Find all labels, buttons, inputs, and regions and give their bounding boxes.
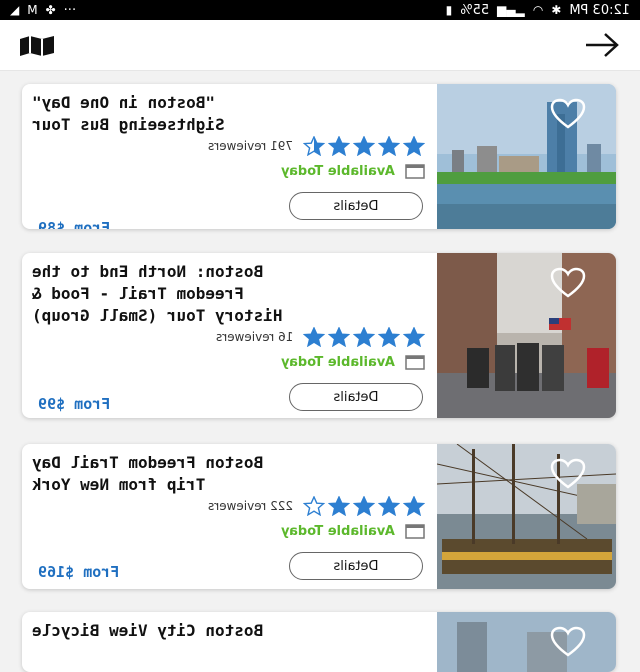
calendar-icon (405, 524, 425, 539)
tour-title: Boston City View Bicycle (32, 621, 264, 640)
tall-ship-photo (437, 444, 616, 589)
map-icon[interactable] (18, 36, 56, 56)
status-time: 12:03 PM (569, 2, 630, 18)
availability-text: Available Today (281, 163, 395, 179)
star-icon (403, 496, 425, 516)
star-icon (403, 136, 425, 156)
signal-icon: ▂▄▆ (497, 3, 525, 17)
star-icon (303, 327, 325, 347)
star-icon (378, 136, 400, 156)
star-rating (303, 136, 425, 156)
calendar-icon (405, 164, 425, 179)
gmail-icon: M (27, 3, 38, 17)
boston-bicycle-photo (437, 612, 616, 672)
tour-price: From $89 (38, 219, 111, 229)
fan-icon: ✤ (45, 3, 56, 17)
heart-icon[interactable] (550, 626, 586, 658)
bluetooth-icon: ✱ (551, 3, 562, 17)
review-count: 16 reviewers (215, 330, 293, 344)
top-bar (0, 20, 640, 71)
review-count: 222 reviewers (208, 499, 293, 513)
status-overflow: ··· (63, 2, 77, 18)
details-button[interactable]: Details (289, 552, 423, 580)
heart-icon[interactable] (550, 98, 586, 130)
details-button[interactable]: Details (289, 192, 423, 220)
tour-card[interactable]: Boston: North End to the Freedom Trail -… (22, 253, 616, 418)
boston-skyline-photo (437, 84, 616, 229)
availability-row: Available Today (281, 521, 425, 541)
star-icon (378, 327, 400, 347)
tour-info: Boston Freedom Trail Day Trip from New Y… (22, 444, 437, 589)
availability-row: Available Today (281, 352, 425, 372)
calendar-icon (405, 355, 425, 370)
star-icon (328, 496, 350, 516)
rating-row: 222 reviewers (30, 495, 425, 517)
star-icon (303, 496, 325, 516)
tour-card[interactable]: Boston Freedom Trail Day Trip from New Y… (22, 444, 616, 589)
heart-icon[interactable] (550, 267, 586, 299)
signal-indicator-icon: ◣ (10, 3, 20, 17)
battery-icon: ▮ (445, 3, 453, 17)
tour-price: From $169 (38, 563, 120, 581)
tour-price: From $99 (38, 395, 111, 413)
tour-info: Boston City View Bicycle (22, 612, 437, 672)
rating-row: 791 reviewers (30, 135, 425, 157)
tour-card[interactable]: Boston City View Bicycle (22, 612, 616, 672)
star-icon (353, 327, 375, 347)
battery-percent: 55% (460, 2, 490, 18)
availability-text: Available Today (281, 523, 395, 539)
star-icon (353, 496, 375, 516)
tour-title: Boston: North End to the Freedom Trail -… (32, 262, 283, 325)
tour-card[interactable]: "Boston in One Day" Sightseeing Bus Tour… (22, 84, 616, 229)
status-bar: 12:03 PM ✱ ◠ ▂▄▆ 55% ▮ ··· ✤ M ◣ (0, 0, 640, 20)
star-icon (353, 136, 375, 156)
star-icon (328, 136, 350, 156)
star-icon (303, 136, 325, 156)
tour-info: Boston: North End to the Freedom Trail -… (22, 253, 437, 418)
availability-text: Available Today (281, 354, 395, 370)
boston-street-photo (437, 253, 616, 418)
availability-row: Available Today (281, 161, 425, 181)
star-rating (303, 496, 425, 516)
review-count: 791 reviewers (208, 139, 293, 153)
star-icon (328, 327, 350, 347)
heart-icon[interactable] (550, 458, 586, 490)
tour-title: "Boston in One Day" Sightseeing Bus Tour (32, 93, 225, 134)
details-button[interactable]: Details (289, 383, 423, 411)
tour-list: "Boston in One Day" Sightseeing Bus Tour… (0, 70, 640, 672)
tour-title: Boston Freedom Trail Day Trip from New Y… (32, 453, 264, 494)
arrow-right-icon[interactable] (584, 32, 620, 58)
star-icon (403, 327, 425, 347)
rating-row: 16 reviewers (30, 326, 425, 348)
tour-info: "Boston in One Day" Sightseeing Bus Tour… (22, 84, 437, 229)
wifi-icon: ◠ (532, 3, 544, 17)
star-rating (303, 327, 425, 347)
star-icon (378, 496, 400, 516)
